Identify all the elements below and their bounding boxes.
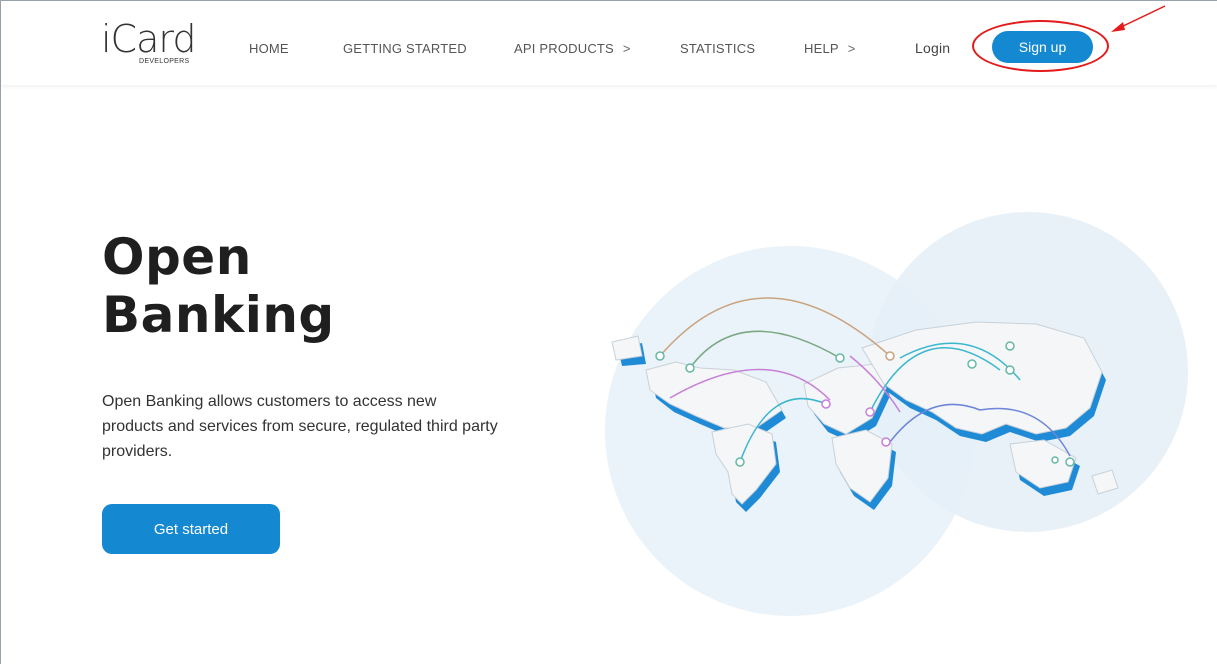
hero-title-line: Open: [102, 228, 252, 286]
icard-logo[interactable]: iCard DEVELOPERS: [101, 19, 211, 69]
nav-label: STATISTICS: [680, 41, 756, 56]
chevron-right-icon: >: [847, 41, 856, 56]
login-link[interactable]: Login: [915, 40, 950, 56]
nav-home[interactable]: HOME: [249, 41, 289, 56]
get-started-button[interactable]: Get started: [102, 504, 280, 554]
logo-subtitle: DEVELOPERS: [139, 58, 190, 65]
logo-wordmark: iCard: [101, 17, 196, 61]
nav-help[interactable]: HELP >: [804, 41, 856, 56]
annotation-arrow-icon: [1111, 5, 1166, 32]
nav-api-products[interactable]: API PRODUCTS >: [514, 41, 631, 56]
hero-title: Open Banking: [102, 228, 335, 344]
nav-statistics[interactable]: STATISTICS: [680, 41, 755, 56]
nav-getting-started[interactable]: GETTING STARTED: [343, 41, 467, 56]
hero-description: Open Banking allows customers to access …: [102, 393, 498, 460]
nav-label: GETTING STARTED: [343, 41, 467, 56]
chevron-right-icon: >: [622, 41, 631, 56]
annotation-ellipse: [972, 20, 1109, 72]
nav-label: HELP: [804, 41, 839, 56]
hero-title-line: Banking: [102, 286, 335, 344]
nav-label: API PRODUCTS: [514, 41, 614, 56]
nav-label: HOME: [249, 41, 289, 56]
world-map-illustration: [605, 212, 1188, 616]
